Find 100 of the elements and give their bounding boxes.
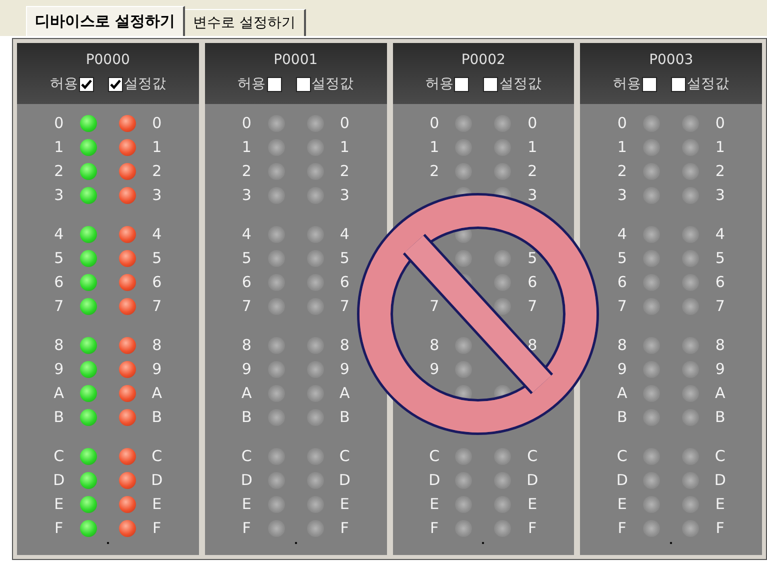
- bit-label: 0: [528, 114, 538, 132]
- set-value-label: 설정값: [499, 75, 542, 94]
- bit-label: 5: [54, 249, 64, 268]
- bit-label: 1: [242, 138, 252, 156]
- bit-label: D: [428, 471, 440, 490]
- bit-label: 9: [54, 360, 64, 378]
- bit-label: C: [714, 447, 726, 466]
- bit-label: 5: [715, 249, 725, 268]
- bit-label: 4: [340, 225, 350, 244]
- checkbox[interactable]: [78, 77, 94, 92]
- set-value-label: 설정값: [687, 75, 730, 94]
- bit-label: E: [715, 495, 725, 514]
- checkbox[interactable]: [642, 77, 658, 92]
- bit-label: 8: [242, 336, 252, 354]
- bit-label: 4: [715, 225, 725, 244]
- bit-label: 0: [340, 114, 350, 132]
- bit-label: 9: [152, 360, 162, 378]
- dot-mark: [482, 542, 484, 544]
- bit-label: 5: [617, 249, 627, 268]
- bit-label: 4: [54, 225, 64, 244]
- bit-label: 1: [340, 138, 350, 156]
- bit-label: 2: [340, 162, 350, 180]
- bit-label: D: [240, 471, 252, 490]
- bit-label: D: [338, 471, 350, 490]
- bit-label: B: [241, 408, 252, 426]
- bit-label: E: [54, 495, 64, 514]
- bit-label: C: [527, 447, 538, 466]
- bit-label: 1: [528, 138, 538, 156]
- bit-label: 7: [54, 297, 64, 316]
- bit-label: 3: [242, 186, 252, 204]
- port-title: P0003: [649, 51, 694, 70]
- tab[interactable]: 변수로 설정하기: [185, 9, 306, 36]
- bit-label: 2: [430, 162, 440, 180]
- bit-label: 7: [242, 297, 252, 316]
- checkbox[interactable]: [266, 77, 282, 92]
- allow-label: 허용: [50, 75, 78, 94]
- bit-label: 3: [528, 186, 538, 204]
- bit-label: 3: [152, 186, 162, 204]
- bit-label: 8: [340, 336, 350, 354]
- bit-label: C: [54, 447, 64, 466]
- bit-label: 8: [152, 336, 162, 354]
- bit-label: 8: [54, 336, 64, 354]
- allow-label: 허용: [238, 75, 266, 94]
- checkbox[interactable]: [483, 77, 498, 92]
- tab[interactable]: 디바이스로 설정하기: [26, 6, 186, 36]
- bit-label: 7: [152, 297, 162, 316]
- bit-label: 3: [54, 186, 64, 204]
- bit-label: B: [616, 408, 628, 426]
- bit-label: C: [241, 447, 252, 466]
- bit-label: E: [430, 495, 440, 514]
- bit-label: F: [618, 519, 626, 538]
- bit-label: B: [339, 408, 350, 426]
- bit-label: 2: [528, 162, 538, 180]
- checkbox[interactable]: [108, 77, 123, 92]
- set-value-label: 설정값: [312, 75, 354, 94]
- bit-label: 5: [242, 249, 252, 268]
- bit-label: 0: [54, 114, 64, 132]
- bit-label: 4: [152, 225, 162, 244]
- bit-label: 0: [430, 114, 440, 132]
- bit-label: 9: [340, 360, 350, 378]
- bit-label: D: [151, 471, 163, 490]
- set-value-label: 설정값: [124, 75, 166, 94]
- allow-label: 허용: [425, 75, 454, 94]
- bit-label: D: [616, 471, 628, 490]
- bit-label: 3: [340, 186, 350, 204]
- bit-label: 9: [715, 360, 725, 378]
- checkbox[interactable]: [454, 77, 470, 92]
- bit-label: E: [242, 495, 252, 514]
- bit-label: 9: [430, 360, 440, 378]
- checkbox[interactable]: [296, 77, 311, 92]
- bit-label: 0: [152, 114, 162, 132]
- bit-label: C: [339, 447, 350, 466]
- bit-label: 3: [617, 186, 627, 204]
- bit-label: E: [528, 495, 538, 514]
- bit-label: 5: [340, 249, 350, 268]
- bit-label: C: [429, 447, 440, 466]
- bit-label: A: [241, 384, 252, 402]
- bit-label: F: [528, 519, 537, 538]
- bit-label: 2: [242, 162, 252, 180]
- bit-label: E: [152, 495, 162, 514]
- bit-label: 6: [242, 273, 252, 292]
- bit-label: 1: [54, 138, 64, 156]
- bit-label: C: [616, 447, 628, 466]
- bit-label: B: [54, 408, 64, 426]
- bit-label: 2: [152, 162, 162, 180]
- bit-label: F: [716, 519, 724, 538]
- bit-label: F: [430, 519, 439, 538]
- bit-label: 1: [430, 138, 440, 156]
- checkbox[interactable]: [671, 77, 686, 92]
- bit-label: 1: [152, 138, 162, 156]
- bit-label: 7: [715, 297, 725, 316]
- bit-label: C: [152, 447, 162, 466]
- bit-label: F: [242, 519, 251, 538]
- bit-label: 7: [617, 297, 627, 316]
- bit-label: 9: [617, 360, 627, 378]
- bit-label: 6: [340, 273, 350, 292]
- bit-label: 5: [528, 249, 538, 268]
- bit-label: 4: [242, 225, 252, 244]
- bit-label: 6: [528, 273, 538, 292]
- bit-label: 4: [617, 225, 627, 244]
